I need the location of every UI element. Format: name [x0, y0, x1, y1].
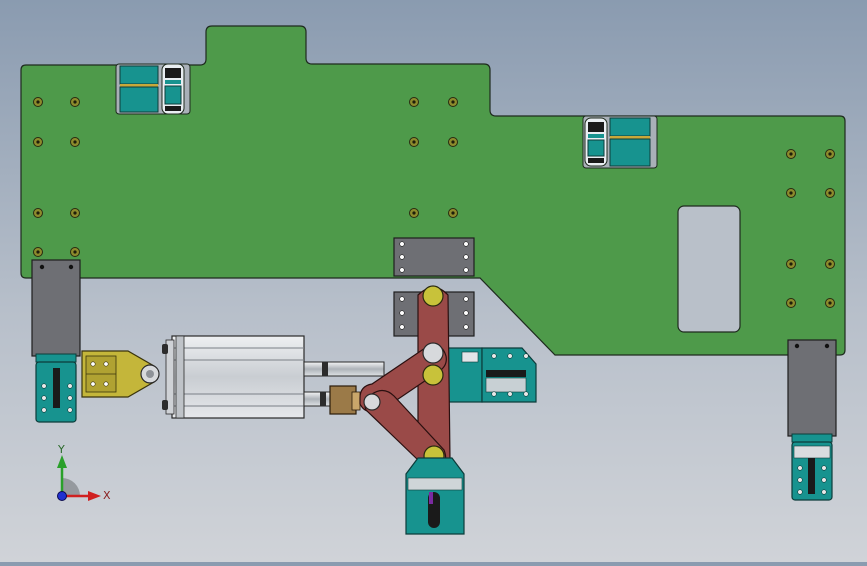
support-bracket-left[interactable]	[31, 259, 81, 423]
plate-window-cutout	[677, 205, 741, 333]
toggle-mount-plate[interactable]	[393, 237, 475, 277]
coordinate-triad: Y X	[57, 443, 111, 502]
locator-pocket-right[interactable]	[582, 115, 658, 169]
clamp-pad-bottom[interactable]	[405, 457, 465, 535]
z-axis-dot-icon	[57, 491, 67, 501]
support-bracket-right[interactable]	[787, 339, 837, 501]
x-axis-label: X	[103, 489, 111, 502]
y-axis-label: Y	[57, 443, 65, 456]
cad-viewport[interactable]: Y X	[0, 0, 867, 562]
cad-drawing: Y X	[20, 25, 846, 535]
clamp-block-right[interactable]	[439, 347, 537, 403]
locator-pocket-left[interactable]	[115, 63, 191, 115]
rod-clevis[interactable]	[81, 350, 160, 398]
